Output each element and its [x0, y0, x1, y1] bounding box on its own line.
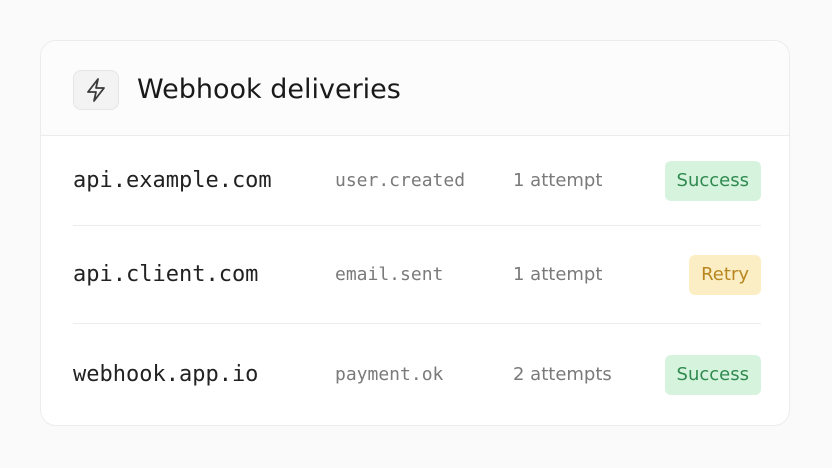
status-badge: Success [664, 354, 761, 395]
status-cell: Retry [689, 226, 761, 323]
delivery-attempts: 2 attempts [513, 364, 612, 385]
delivery-attempts: 1 attempt [513, 264, 603, 285]
delivery-host: api.example.com [73, 168, 272, 193]
delivery-event: payment.ok [335, 364, 444, 385]
delivery-row[interactable]: webhook.app.io payment.ok 2 attempts Suc… [73, 324, 761, 425]
delivery-host: webhook.app.io [73, 362, 259, 387]
status-cell: Success [664, 136, 761, 225]
delivery-event: email.sent [335, 264, 444, 285]
status-badge: Success [664, 160, 761, 201]
delivery-row[interactable]: api.client.com email.sent 1 attempt Retr… [73, 226, 761, 324]
page-title: Webhook deliveries [137, 74, 401, 105]
webhook-deliveries-card: Webhook deliveries api.example.com user.… [40, 40, 790, 426]
card-header: Webhook deliveries [41, 41, 789, 136]
lightning-bolt-icon [73, 70, 119, 110]
delivery-host: api.client.com [73, 262, 259, 287]
status-badge: Retry [689, 254, 761, 295]
delivery-event: user.created [335, 170, 466, 191]
delivery-attempts: 1 attempt [513, 170, 603, 191]
delivery-row[interactable]: api.example.com user.created 1 attempt S… [73, 136, 761, 226]
status-cell: Success [664, 324, 761, 425]
